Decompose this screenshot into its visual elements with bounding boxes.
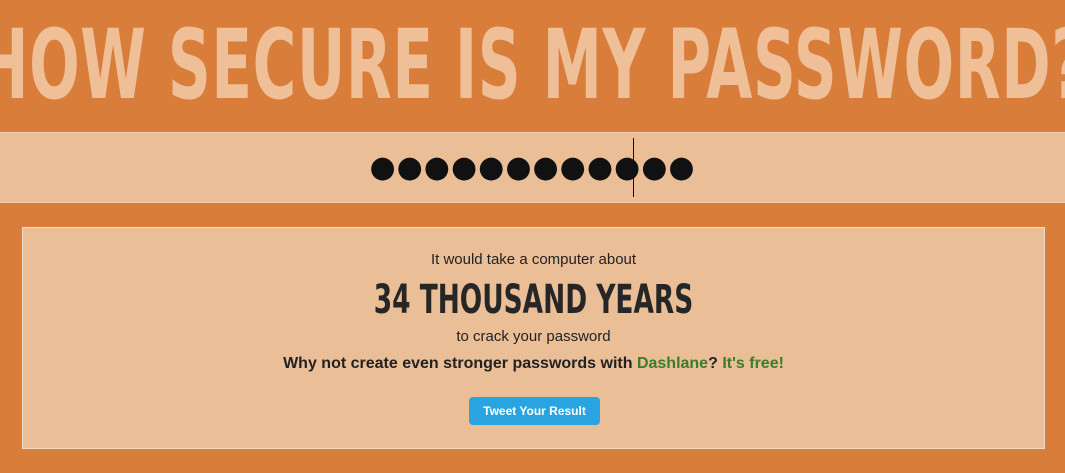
promo-line: Why not create even stronger passwords w… xyxy=(23,355,1044,373)
text-caret xyxy=(633,138,634,197)
result-intro: It would take a computer about xyxy=(430,251,637,268)
result-suffix: to crack your password xyxy=(456,328,611,345)
password-bar xyxy=(0,132,1065,203)
free-link[interactable]: It's free! xyxy=(722,355,784,372)
tweet-button[interactable]: Tweet Your Result xyxy=(469,397,600,425)
result-panel: It would take a computer about 34 THOUSA… xyxy=(22,227,1045,449)
crack-time: 34 THOUSAND YEARS xyxy=(373,277,694,323)
dashlane-link[interactable]: Dashlane xyxy=(637,355,708,372)
password-input[interactable] xyxy=(0,133,1065,202)
page-title: HOW SECURE IS MY PASSWORD? xyxy=(0,9,1065,121)
question-mark: ? xyxy=(708,355,718,372)
promo-text: Why not create even stronger passwords w… xyxy=(283,355,637,372)
